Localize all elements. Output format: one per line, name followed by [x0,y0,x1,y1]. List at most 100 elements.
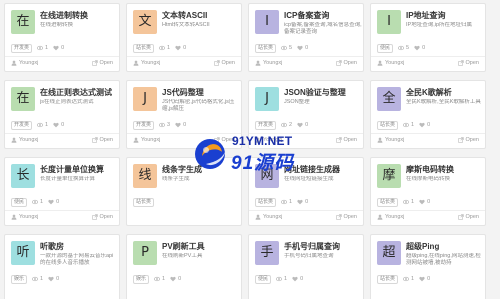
open-link[interactable]: Open [213,60,235,66]
author[interactable]: Youngxj [255,60,282,66]
open-link[interactable]: Open [91,214,113,220]
likes-stat[interactable]: 0 [297,199,308,205]
tool-title[interactable]: 全民K歌解析 [406,87,484,98]
tool-card[interactable]: 手手机号归属查询 手机号码归属地查询 便民 1 0 [248,234,364,299]
views-stat: 1 [154,276,165,282]
tool-card[interactable]: 在在线进制转换 在线进制转换 开发类 1 0 Youngxj Open [4,3,120,72]
card-divider [371,210,485,211]
author[interactable]: Youngxj [377,214,404,220]
views-stat: 1 [32,276,43,282]
tool-card[interactable]: 听听歌房 一款开源的基于网易云音乐api的在线多人音乐播放 娱乐 1 0 [4,234,120,299]
likes-count: 0 [305,45,309,51]
tool-card[interactable]: 全全民K歌解析 全民K歌解析,全民K歌解析工具 站长类 1 0 Youngxj Open [370,80,486,149]
author[interactable]: Youngxj [133,60,160,66]
likes-stat[interactable]: 0 [170,276,181,282]
category-tag[interactable]: 开发类 [11,43,33,53]
watermark-url: 91YM.NET [232,134,293,148]
category-tag[interactable]: 便民 [255,274,272,284]
likes-count: 0 [427,199,431,205]
tool-title[interactable]: IP地址查询 [406,10,484,21]
likes-stat[interactable]: 0 [48,276,59,282]
tool-card[interactable]: 文文本转ASCII Html转文本转ASCII 站长类 1 0 Youngxj Open [126,3,242,72]
author[interactable]: Youngxj [377,60,404,66]
open-link[interactable]: Open [335,214,357,220]
category-tag[interactable]: 便民 [11,197,28,207]
category-tag[interactable]: 站长类 [255,197,277,207]
eye-icon [159,122,166,128]
author[interactable]: Youngxj [11,214,38,220]
views-count: 1 [45,45,49,51]
category-tag[interactable]: 站长类 [377,120,399,130]
likes-count: 0 [422,45,426,51]
open-link[interactable]: Open [457,60,479,66]
tool-title[interactable]: 超级Ping [406,241,484,252]
tool-card[interactable]: I ICP备案查询 icp备案,备案查询,域名信息查询,备案记录查询 站长类 5 0 You… [248,3,364,72]
views-stat: 2 [281,122,292,128]
tool-title[interactable]: 在线正则表达式测试 [40,87,118,98]
likes-stat[interactable]: 0 [53,45,64,51]
tool-title[interactable]: 在线进制转换 [40,10,118,21]
category-tag[interactable]: 开发类 [133,120,155,130]
author[interactable]: Youngxj [11,60,38,66]
category-tag[interactable]: 站长类 [133,197,155,207]
likes-stat[interactable]: 0 [175,122,186,128]
tool-card[interactable]: 超超级Ping 超级ping,在线ping,网站测速,检测网站被墙,被劫持 站长类 1… [370,234,486,299]
tool-title[interactable]: 长度计量单位换算 [40,164,118,175]
open-external-icon [457,137,464,143]
tool-title[interactable]: JSON验证与整理 [284,87,362,98]
category-tag[interactable]: 站长类 [255,43,277,53]
tool-title[interactable]: 手机号归属查询 [284,241,362,252]
likes-count: 0 [61,45,65,51]
category-tag[interactable]: 开发类 [11,120,33,130]
likes-stat[interactable]: 0 [297,122,308,128]
tool-title[interactable]: JS代码整理 [162,87,240,98]
likes-stat[interactable]: 0 [419,199,430,205]
likes-count: 0 [183,122,187,128]
tool-card[interactable]: P PV刷新工具 在线刷新PV工具 娱乐 1 0 [126,234,242,299]
user-icon [11,60,17,66]
likes-stat[interactable]: 0 [419,122,430,128]
heart-icon [414,45,420,51]
likes-stat[interactable]: 0 [297,45,308,51]
category-tag[interactable]: 开发类 [255,120,277,130]
open-link[interactable]: Open [335,60,357,66]
likes-stat[interactable]: 0 [419,276,430,282]
card-footer: Youngxj Open [11,137,113,143]
tool-card[interactable]: 摩摩斯电码转换 在线摩斯电码转换 站长类 1 0 Youngxj Open [370,157,486,226]
category-tag[interactable]: 便民 [377,43,394,53]
author[interactable]: Youngxj [255,214,282,220]
author[interactable]: Youngxj [377,137,404,143]
tool-card[interactable]: 在在线正则表达式测试 js在线正则表达式测试 开发类 1 0 Youngxj Open [4,80,120,149]
likes-stat[interactable]: 0 [414,45,425,51]
open-link[interactable]: Open [457,214,479,220]
category-tag[interactable]: 站长类 [377,197,399,207]
tool-initial-icon: 线 [133,164,157,188]
author[interactable]: Youngxj [11,137,38,143]
user-icon [255,60,261,66]
tool-title[interactable]: 文本转ASCII [162,10,240,21]
tool-initial-icon: 超 [377,241,401,265]
heart-icon [53,45,59,51]
open-link[interactable]: Open [457,137,479,143]
tool-title[interactable]: PV刷新工具 [162,241,240,252]
category-tag[interactable]: 娱乐 [11,274,28,284]
tool-card[interactable]: 长长度计量单位换算 长度计量单位换算计算 便民 1 0 Youngxj Open [4,157,120,226]
tool-title[interactable]: 听歌房 [40,241,118,252]
tool-title[interactable]: 摩斯电码转换 [406,164,484,175]
category-tag[interactable]: 娱乐 [133,274,150,284]
tool-stats: 站长类 1 0 [377,120,430,130]
likes-stat[interactable]: 0 [53,122,64,128]
open-link[interactable]: Open [91,60,113,66]
likes-stat[interactable]: 0 [48,199,59,205]
category-tag[interactable]: 站长类 [133,43,155,53]
views-stat: 5 [281,45,292,51]
open-link[interactable]: Open [335,137,357,143]
tool-card[interactable]: I IP地址查询 IP地址查询,ip所在地址归属 便民 5 0 Youngxj Open [370,3,486,72]
open-link[interactable]: Open [91,137,113,143]
tool-title[interactable]: ICP备案查询 [284,10,362,21]
heart-icon [48,199,54,205]
likes-stat[interactable]: 0 [292,276,303,282]
author[interactable]: Youngxj [133,137,160,143]
category-tag[interactable]: 站长类 [377,274,399,284]
likes-stat[interactable]: 0 [175,45,186,51]
